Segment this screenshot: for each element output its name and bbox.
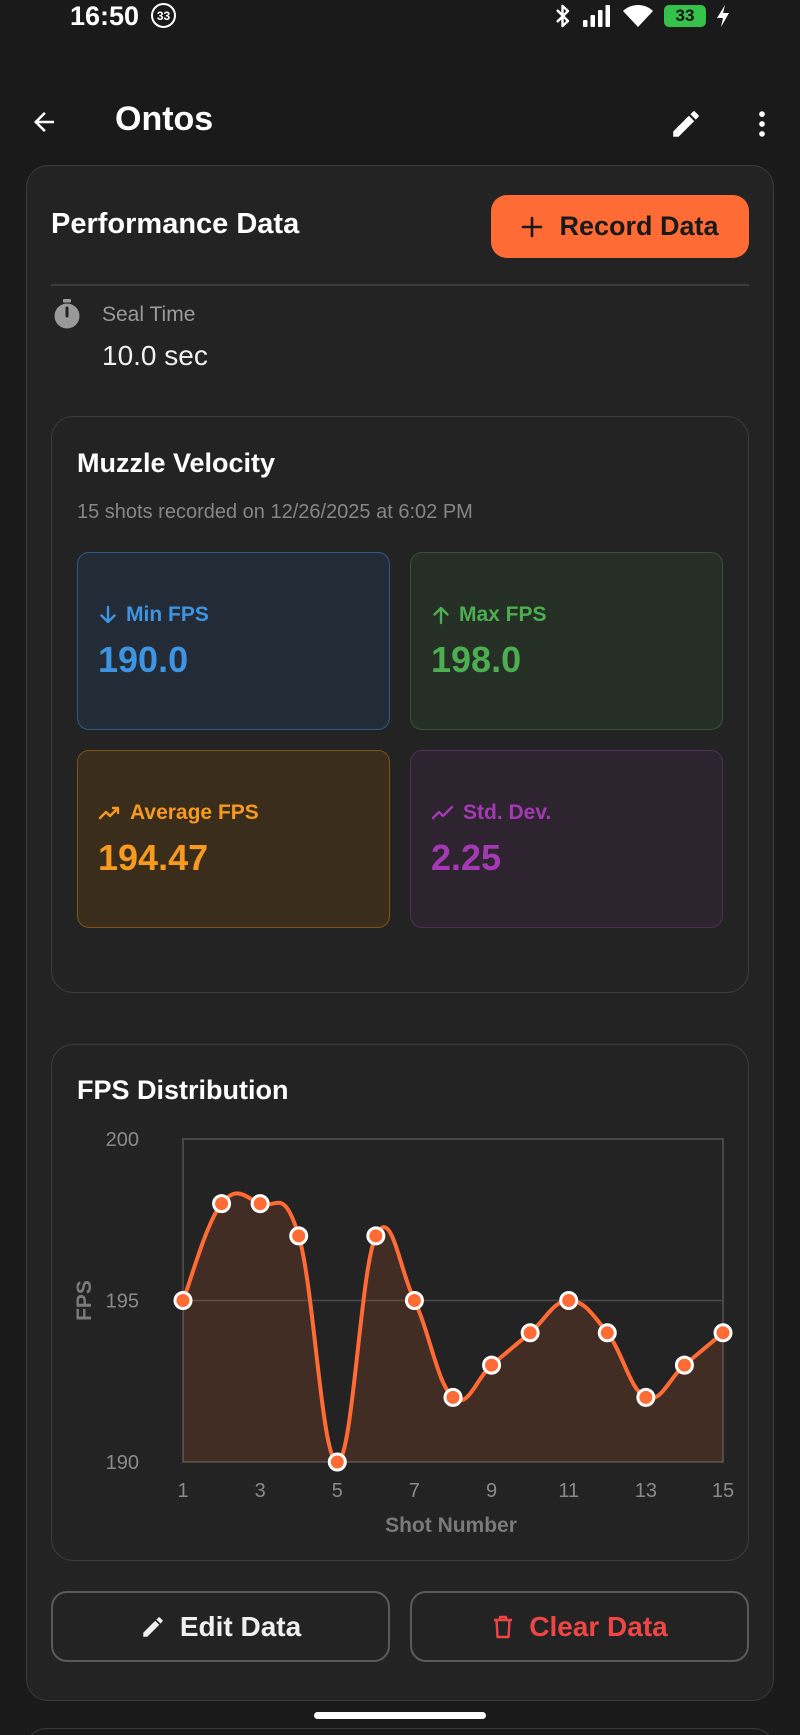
notification-count-badge: 33 [151,3,176,28]
series-area [183,1193,723,1462]
performance-title: Performance Data [51,208,300,240]
wifi-icon [622,4,654,28]
data-point [520,1323,540,1343]
average-fps-label: Average FPS [130,801,259,824]
x-tick-label: 13 [635,1480,657,1502]
std-dev-value: 2.25 [431,837,502,878]
screen: 16:50 33 33 Ontos Performance Data Recor… [0,0,800,1735]
show-chart-icon [431,805,454,820]
x-tick-label: 7 [409,1480,420,1502]
average-fps-value: 194.47 [98,837,209,878]
max-fps-label: Max FPS [459,603,547,626]
arrow-back-icon [34,112,54,132]
data-point [443,1387,463,1407]
x-tick-label: 3 [255,1480,266,1502]
edit-data-label: Edit Data [179,1610,302,1642]
clear-data-button[interactable]: Clear Data [410,1591,749,1662]
data-point [250,1194,270,1214]
x-tick-label: 5 [332,1480,343,1502]
back-button[interactable] [26,104,62,140]
data-point [289,1226,309,1246]
data-point [597,1323,617,1343]
status-bar: 16:50 33 33 [0,0,800,40]
max-fps-tile: Max FPS 198.0 [410,552,723,730]
pencil-icon [143,1616,163,1637]
min-fps-label: Min FPS [126,603,209,626]
std-dev-label: Std. Dev. [463,801,552,824]
y-tick-label: 195 [106,1291,139,1313]
battery-icon: 33 [664,5,706,27]
status-icons: 33 [554,3,730,29]
muzzle-velocity-subtitle: 15 shots recorded on 12/26/2025 at 6:02 … [77,501,473,523]
page-title: Ontos [115,100,214,138]
divider [51,284,749,286]
record-data-label: Record Data [559,211,719,241]
data-point [713,1323,733,1343]
y-tick-label: 200 [106,1129,139,1151]
record-data-button[interactable]: Record Data [491,195,749,258]
clear-data-label: Clear Data [529,1610,668,1642]
app-bar: Ontos [0,85,800,159]
min-fps-value: 190.0 [98,639,189,680]
max-fps-value: 198.0 [431,639,522,680]
data-point [366,1226,386,1246]
x-tick-label: 1 [177,1480,188,1502]
data-point [404,1291,424,1310]
arrow-down-icon [100,605,116,624]
data-point [482,1355,502,1375]
timer-icon [54,299,80,329]
x-tick-label: 15 [712,1480,734,1502]
std-dev-tile: Std. Dev. 2.25 [410,750,723,928]
y-axis-label: FPS [73,1280,96,1321]
x-axis-label: Shot Number [385,1514,517,1537]
trending-icon [98,806,120,820]
charging-icon [716,4,730,28]
data-point [674,1355,694,1375]
data-point [636,1387,656,1407]
arrow-up-icon [433,606,449,625]
x-tick-label: 9 [486,1480,497,1502]
average-fps-tile: Average FPS 194.47 [77,750,390,928]
next-card-edge [26,1728,774,1735]
plus-icon [522,216,543,237]
min-fps-tile: Min FPS 190.0 [77,552,390,730]
x-tick-label: 11 [558,1480,579,1502]
seal-time-label: Seal Time [102,303,196,326]
edit-button[interactable] [666,104,706,144]
data-point [212,1194,232,1214]
trash-icon [494,1615,513,1638]
fps-line-chart: 1901952001 3 5 7 9 11 13 15Shot NumberFPS [73,1129,734,1537]
data-point [559,1291,579,1310]
seal-time-value: 10.0 sec [102,340,208,371]
muzzle-velocity-title: Muzzle Velocity [77,448,276,478]
data-point [327,1452,347,1472]
more-options-button[interactable] [742,104,782,144]
y-tick-label: 190 [106,1452,139,1474]
pencil-icon [673,111,699,137]
edit-data-button[interactable]: Edit Data [51,1591,390,1662]
signal-icon [582,4,612,28]
home-indicator [314,1712,486,1719]
status-time: 16:50 [70,1,140,31]
more-vert-icon [759,111,765,137]
bluetooth-icon [554,4,572,28]
data-point [173,1291,193,1310]
